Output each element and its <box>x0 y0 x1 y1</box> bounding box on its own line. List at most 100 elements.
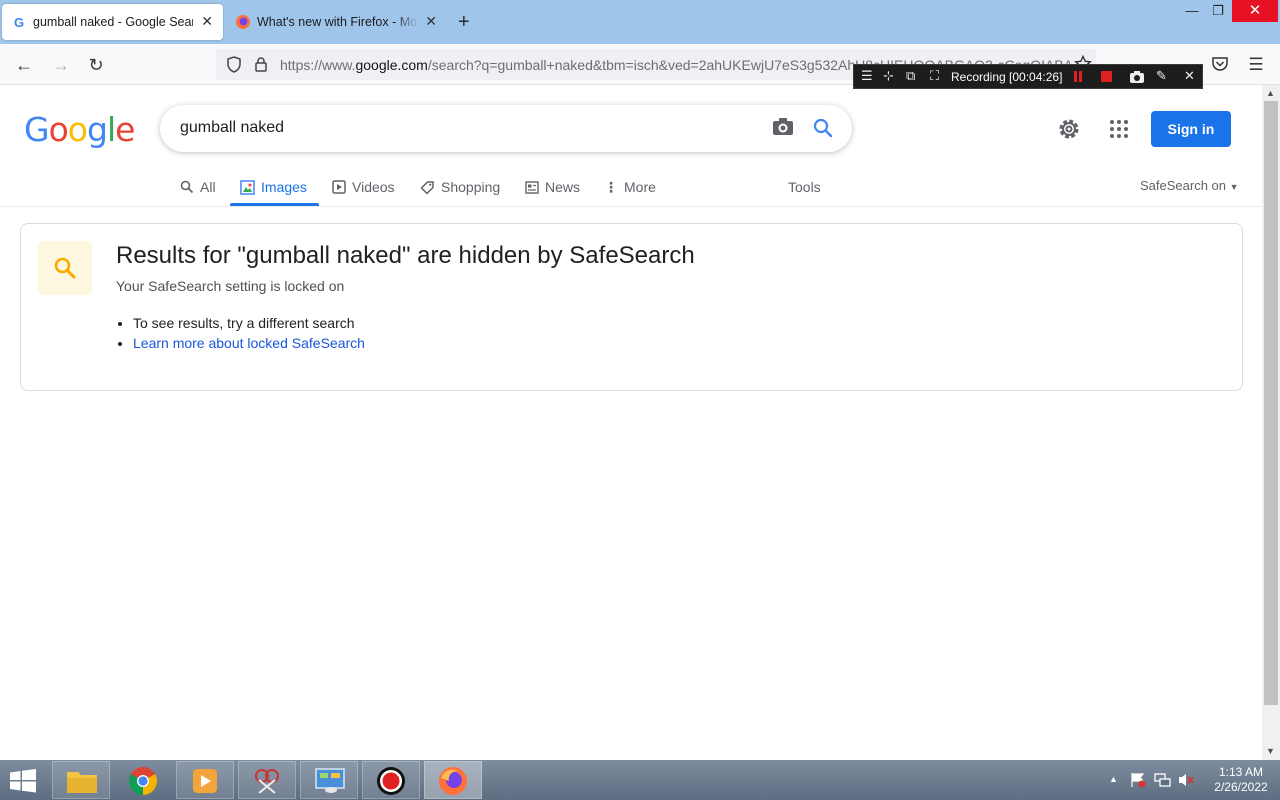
recording-timer: Recording [00:04:26] <box>951 70 1063 84</box>
browser-tab-strip: G gumball naked - Google Search ✕ What's… <box>0 0 1280 44</box>
tab-videos[interactable]: Videos <box>332 176 395 198</box>
recorder-region-icon[interactable]: ⧉ <box>906 68 915 84</box>
google-apps-grid-icon[interactable] <box>1109 119 1129 139</box>
notice-title: Results for "gumball naked" are hidden b… <box>116 242 695 269</box>
price-tag-icon <box>420 180 434 195</box>
back-arrow-icon[interactable]: ← <box>11 52 37 78</box>
windows-start-icon[interactable] <box>9 769 37 793</box>
volume-muted-icon[interactable] <box>1177 772 1195 788</box>
tab-firefox-whats-new[interactable]: What's new with Firefox - More ✕ <box>225 4 447 40</box>
firefox-favicon-icon <box>236 15 250 29</box>
notice-bullet-list: To see results, try a different search L… <box>133 313 365 353</box>
control-panel-icon <box>315 768 345 793</box>
search-box[interactable]: gumball naked <box>160 105 852 152</box>
notice-subtitle: Your SafeSearch setting is locked on <box>116 278 345 294</box>
folder-icon <box>67 772 97 793</box>
pause-icon[interactable] <box>1074 71 1077 82</box>
tab-label: News <box>545 179 581 195</box>
forward-arrow-icon[interactable]: → <box>48 52 74 78</box>
tab-label: More <box>624 179 656 195</box>
network-icon[interactable] <box>1153 772 1171 788</box>
video-play-icon <box>332 180 346 194</box>
search-icon <box>180 180 194 194</box>
restore-window-icon[interactable]: ❐ <box>1204 0 1232 22</box>
safesearch-dropdown[interactable]: SafeSearch on ▼ <box>1140 178 1239 193</box>
learn-more-safesearch-link[interactable]: Learn more about locked SafeSearch <box>133 335 365 351</box>
new-tab-plus-icon[interactable]: + <box>458 10 470 34</box>
chrome-icon <box>129 767 157 795</box>
sign-in-button[interactable]: Sign in <box>1151 111 1231 147</box>
recorder-fullscreen-icon[interactable]: ⛶ <box>930 68 939 84</box>
camera-search-icon[interactable] <box>772 117 794 137</box>
tab-label: Videos <box>352 179 395 195</box>
stop-recording-icon[interactable] <box>1101 71 1112 82</box>
show-hidden-icons-chevron-icon[interactable]: ▲ <box>1109 774 1118 784</box>
safesearch-label: SafeSearch on <box>1140 178 1227 193</box>
tab-images[interactable]: Images <box>240 176 307 198</box>
settings-gear-icon[interactable] <box>1057 117 1081 141</box>
reload-icon[interactable]: ↻ <box>83 52 109 78</box>
firefox-icon <box>439 767 467 795</box>
record-icon <box>377 767 405 795</box>
pen-annotate-icon[interactable]: ✎ <box>1156 68 1167 84</box>
google-favicon-icon: G <box>14 15 24 30</box>
google-logo[interactable]: Google <box>24 110 135 149</box>
taskbar-clock[interactable]: 1:13 AM 2/26/2022 <box>1206 765 1276 795</box>
scrollbar-thumb[interactable] <box>1264 101 1278 705</box>
windows-taskbar: ▲ 1:13 AM 2/26/2022 <box>0 760 1280 800</box>
clock-time: 1:13 AM <box>1218 765 1264 779</box>
scissors-icon <box>255 769 279 794</box>
url-host: google.com <box>355 57 428 73</box>
tab-title: gumball naked - Google Search <box>33 15 193 29</box>
tab-more[interactable]: ⋮ More <box>604 176 656 198</box>
taskbar-screen-recorder[interactable] <box>362 761 420 799</box>
tab-shopping[interactable]: Shopping <box>420 176 500 198</box>
tools-button[interactable]: Tools <box>788 176 821 198</box>
taskbar-snipping-tool[interactable] <box>238 761 296 799</box>
svg-text:G: G <box>14 15 24 30</box>
search-icon[interactable] <box>812 117 834 139</box>
lock-icon[interactable] <box>254 56 268 72</box>
search-category-tabs: All Images Videos Shopping News ⋮ More T… <box>0 170 1262 207</box>
taskbar-chrome[interactable] <box>114 761 172 799</box>
caret-down-icon: ▼ <box>1229 182 1239 192</box>
screen-recorder-toolbar: ☰ ⊹ ⧉ ⛶ Recording [00:04:26] ✎ ✕ <box>853 64 1203 89</box>
camera-snapshot-icon[interactable] <box>1129 70 1145 84</box>
taskbar-firefox[interactable] <box>424 761 482 799</box>
recorder-menu-icon[interactable]: ☰ <box>861 68 873 84</box>
search-input[interactable]: gumball naked <box>180 119 284 137</box>
taskbar-file-explorer[interactable] <box>52 761 110 799</box>
pocket-icon[interactable] <box>1211 56 1229 73</box>
tab-label: All <box>200 179 216 195</box>
taskbar-control-panel[interactable] <box>300 761 358 799</box>
tab-all[interactable]: All <box>180 176 216 198</box>
close-tab-icon[interactable]: ✕ <box>425 13 437 30</box>
tab-label: Images <box>261 179 307 195</box>
tab-title: What's new with Firefox - More <box>257 15 419 29</box>
image-icon <box>240 179 255 195</box>
taskbar-media-player[interactable] <box>176 761 234 799</box>
page-scrollbar[interactable]: ▲ ▼ <box>1262 85 1280 760</box>
pause-icon-bar <box>1079 71 1082 82</box>
close-tab-icon[interactable]: ✕ <box>201 13 213 30</box>
clock-date: 2/26/2022 <box>1214 780 1268 794</box>
selected-tab-indicator <box>230 203 319 206</box>
action-center-flag-icon[interactable] <box>1130 772 1146 788</box>
close-recorder-icon[interactable]: ✕ <box>1184 68 1195 84</box>
more-vertical-dots-icon: ⋮ <box>604 178 618 195</box>
safesearch-notice-card: Results for "gumball naked" are hidden b… <box>20 223 1243 391</box>
tab-news[interactable]: News <box>525 176 580 198</box>
tracking-protection-shield-icon[interactable] <box>226 56 242 73</box>
scroll-up-arrow-icon[interactable]: ▲ <box>1266 88 1275 98</box>
hamburger-menu-icon[interactable]: ☰ <box>1243 52 1269 78</box>
media-play-icon <box>193 769 217 793</box>
tab-google-search[interactable]: G gumball naked - Google Search ✕ <box>2 4 223 40</box>
scroll-down-arrow-icon[interactable]: ▼ <box>1266 746 1275 756</box>
minimize-window-icon[interactable]: — <box>1178 0 1206 22</box>
magnifier-warning-icon <box>54 257 76 279</box>
notice-icon-box <box>38 241 92 295</box>
tools-label: Tools <box>788 179 821 195</box>
recorder-minimize-icon[interactable]: ⊹ <box>883 68 894 84</box>
close-window-icon[interactable]: ✕ <box>1232 0 1278 22</box>
news-icon <box>525 180 539 194</box>
